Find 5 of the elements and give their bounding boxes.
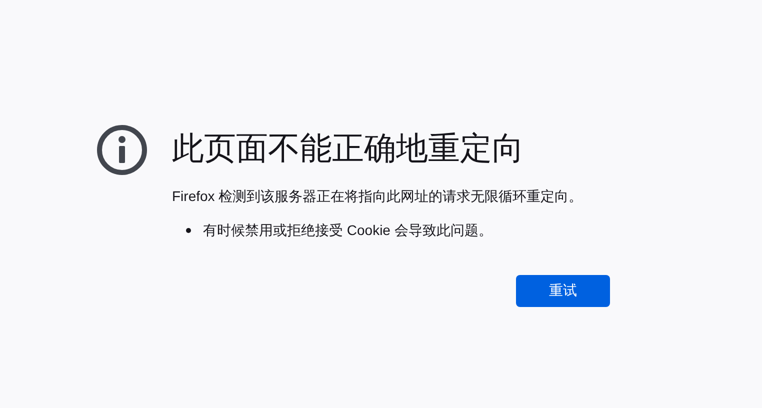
- retry-button[interactable]: 重试: [516, 275, 610, 307]
- info-icon: [96, 124, 148, 176]
- hint-text: 有时候禁用或拒绝接受 Cookie 会导致此问题。: [203, 221, 492, 240]
- error-description: Firefox 检测到该服务器正在将指向此网址的请求无限循环重定向。: [172, 187, 584, 206]
- page-title: 此页面不能正确地重定向: [172, 129, 525, 168]
